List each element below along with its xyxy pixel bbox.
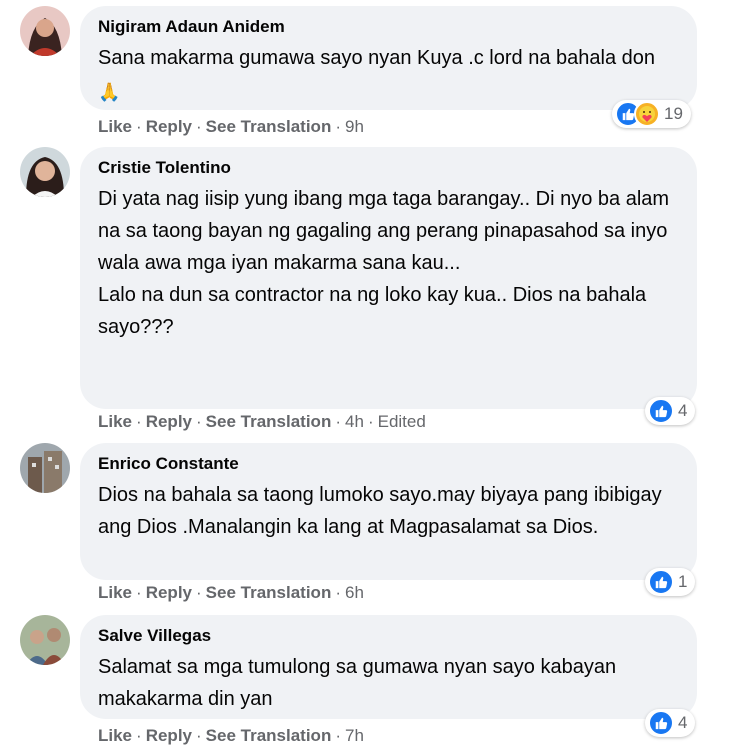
- reply-button[interactable]: Reply: [146, 117, 192, 136]
- comment-bubble: Cristie Tolentino Di yata nag iisip yung…: [80, 147, 697, 409]
- comment-text: Salamat sa mga tumulong sa gumawa nyan s…: [98, 656, 617, 710]
- comment-author[interactable]: Enrico Constante: [98, 453, 677, 475]
- comment-actions: Like · Reply · See Translation · 7h: [98, 725, 364, 747]
- reaction-summary[interactable]: 4: [645, 709, 696, 737]
- avatar[interactable]: [20, 6, 70, 56]
- like-icon: [648, 398, 674, 424]
- like-button[interactable]: Like: [98, 726, 132, 745]
- like-button[interactable]: Like: [98, 117, 132, 136]
- comment-actions: Like · Reply · See Translation · 6h: [98, 582, 364, 604]
- comment-bubble: Salve Villegas Salamat sa mga tumulong s…: [80, 615, 697, 719]
- avatar[interactable]: [20, 147, 70, 197]
- separator: ·: [136, 412, 142, 431]
- comment-text-content: Sana makarma gumawa sayo nyan Kuya .c lo…: [98, 47, 656, 69]
- separator: ·: [335, 412, 342, 431]
- comment-timestamp[interactable]: 7h: [345, 726, 364, 745]
- comment-timestamp[interactable]: 4h: [345, 412, 364, 431]
- separator: ·: [367, 412, 374, 431]
- comment-bubble: Enrico Constante Dios na bahala sa taong…: [80, 443, 697, 580]
- see-translation-button[interactable]: See Translation: [206, 117, 332, 136]
- reply-button[interactable]: Reply: [146, 583, 192, 602]
- separator: ·: [335, 583, 342, 602]
- separator: ·: [196, 583, 202, 602]
- like-icon: [648, 569, 674, 595]
- folded-hands-emoji: 🙏: [98, 82, 121, 102]
- see-translation-button[interactable]: See Translation: [206, 412, 332, 431]
- separator: ·: [335, 726, 342, 745]
- comment-text: Di yata nag iisip yung ibang mga taga ba…: [98, 188, 670, 338]
- separator: ·: [335, 117, 342, 136]
- comment-actions: Like · Reply · See Translation · 4h · Edited: [98, 411, 426, 433]
- care-icon: [634, 101, 660, 127]
- separator: ·: [136, 726, 142, 745]
- reaction-summary[interactable]: 1: [645, 568, 696, 596]
- separator: ·: [196, 117, 202, 136]
- reaction-count: 19: [664, 104, 683, 123]
- reaction-count: 4: [678, 401, 688, 420]
- reaction-count: 4: [678, 713, 688, 732]
- comment-bubble: Nigiram Adaun Anidem Sana makarma gumawa…: [80, 6, 697, 110]
- reply-button[interactable]: Reply: [146, 726, 192, 745]
- comment-author[interactable]: Nigiram Adaun Anidem: [98, 16, 677, 38]
- see-translation-button[interactable]: See Translation: [206, 583, 332, 602]
- comment-text: Dios na bahala sa taong lumoko sayo.may …: [98, 484, 662, 538]
- see-translation-button[interactable]: See Translation: [206, 726, 332, 745]
- comment-timestamp[interactable]: 9h: [345, 117, 364, 136]
- edited-label: Edited: [377, 412, 426, 431]
- reply-button[interactable]: Reply: [146, 412, 192, 431]
- like-button[interactable]: Like: [98, 583, 132, 602]
- separator: ·: [136, 117, 142, 136]
- reaction-count: 1: [678, 572, 688, 591]
- comment-timestamp[interactable]: 6h: [345, 583, 364, 602]
- separator: ·: [196, 726, 202, 745]
- comment-author[interactable]: Salve Villegas: [98, 625, 677, 647]
- avatar[interactable]: [20, 615, 70, 665]
- avatar[interactable]: [20, 443, 70, 493]
- comment-text: Sana makarma gumawa sayo nyan Kuya .c lo…: [98, 42, 677, 108]
- like-button[interactable]: Like: [98, 412, 132, 431]
- reaction-summary[interactable]: 19: [612, 100, 691, 128]
- separator: ·: [136, 583, 142, 602]
- reaction-summary[interactable]: 4: [645, 397, 696, 425]
- like-icon: [648, 710, 674, 736]
- separator: ·: [196, 412, 202, 431]
- comment-author[interactable]: Cristie Tolentino: [98, 157, 677, 179]
- comment-actions: Like · Reply · See Translation · 9h: [98, 116, 364, 138]
